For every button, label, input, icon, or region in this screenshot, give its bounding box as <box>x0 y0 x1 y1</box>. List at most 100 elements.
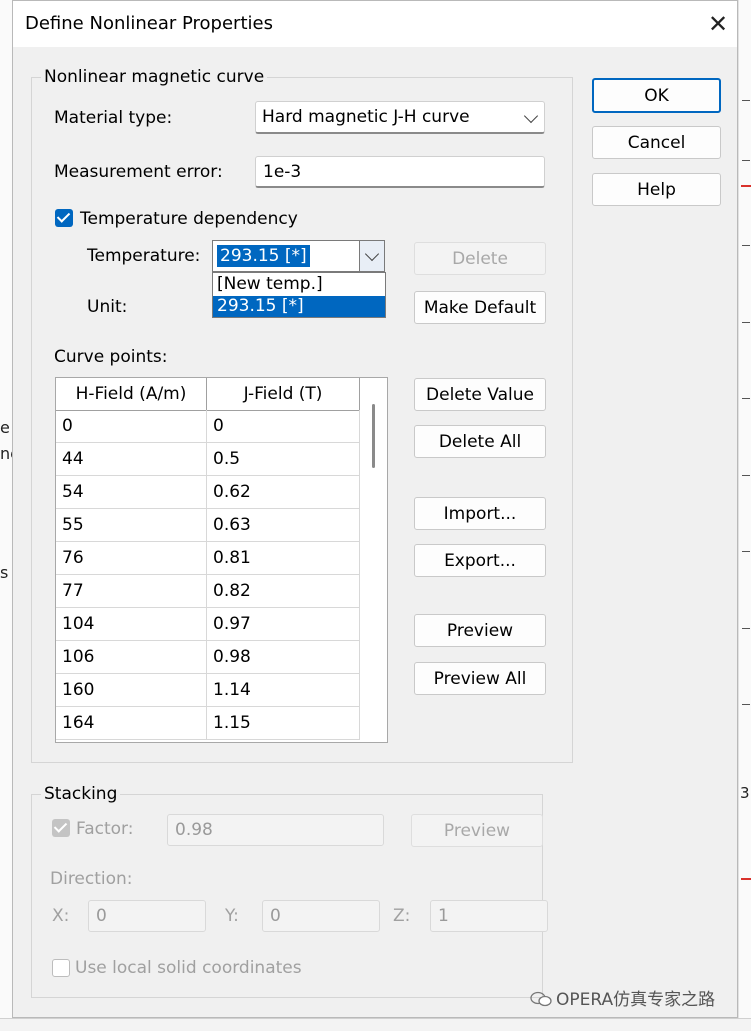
table-row[interactable]: 44 0.5 <box>56 443 360 476</box>
material-type-label: Material type: <box>54 108 173 128</box>
h-field-cell[interactable]: 106 <box>56 641 207 673</box>
curve-points-label: Curve points: <box>54 347 168 367</box>
direction-y-input[interactable]: 0 <box>262 900 380 932</box>
h-field-cell[interactable]: 77 <box>56 575 207 607</box>
h-field-cell[interactable]: 164 <box>56 707 207 739</box>
scrollbar-thumb[interactable] <box>372 404 375 468</box>
preview-button[interactable]: Preview <box>414 614 546 647</box>
background-tick <box>742 100 750 101</box>
table-scrollbar[interactable] <box>360 378 387 742</box>
h-field-cell[interactable]: 0 <box>56 410 207 442</box>
dialog-title: Define Nonlinear Properties <box>25 13 273 34</box>
background-app-left <box>0 0 12 1030</box>
close-icon[interactable]: ✕ <box>703 9 733 39</box>
use-local-coordinates-label: Use local solid coordinates <box>75 958 302 978</box>
background-app-right <box>738 0 751 1030</box>
j-field-cell[interactable]: 0.81 <box>207 542 360 574</box>
h-field-cell[interactable]: 76 <box>56 542 207 574</box>
temperature-dropdown-list: [New temp.] 293.15 [*] <box>212 272 386 318</box>
table-header: H-Field (A/m) J-Field (T) <box>56 378 360 411</box>
export-button[interactable]: Export... <box>414 544 546 577</box>
background-tick <box>742 551 750 552</box>
background-tick <box>742 628 750 629</box>
direction-y-label: Y: <box>225 906 239 926</box>
j-field-cell[interactable]: 0 <box>207 410 360 442</box>
j-field-cell[interactable]: 0.62 <box>207 476 360 508</box>
temperature-option-selected[interactable]: 293.15 [*] <box>213 296 385 317</box>
delete-all-button[interactable]: Delete All <box>414 425 546 458</box>
background-tick <box>742 704 750 705</box>
delete-temperature-button[interactable]: Delete <box>414 242 546 275</box>
j-field-cell[interactable]: 1.15 <box>207 707 360 739</box>
cancel-button[interactable]: Cancel <box>592 126 721 159</box>
j-field-cell[interactable]: 0.5 <box>207 443 360 475</box>
nonlinear-curve-group-label: Nonlinear magnetic curve <box>41 67 268 87</box>
table-row[interactable]: 160 1.14 <box>56 674 360 707</box>
factor-label: Factor: <box>76 819 134 839</box>
table-row[interactable]: 76 0.81 <box>56 542 360 575</box>
temperature-dropdown-button[interactable] <box>359 241 384 271</box>
table-row[interactable]: 00 <box>56 410 360 443</box>
chevron-down-icon <box>523 108 539 124</box>
help-button[interactable]: Help <box>592 173 721 206</box>
direction-z-label: Z: <box>393 906 411 926</box>
table-row[interactable]: 106 0.98 <box>56 641 360 674</box>
background-red-mark <box>741 185 751 187</box>
title-bar[interactable]: Define Nonlinear Properties ✕ <box>13 1 737 47</box>
h-field-cell[interactable]: 160 <box>56 674 207 706</box>
temperature-dependency-checkbox[interactable] <box>55 209 73 227</box>
factor-input[interactable]: 0.98 <box>167 814 384 846</box>
background-tick <box>742 245 750 246</box>
wechat-icon <box>530 991 552 1007</box>
direction-label: Direction: <box>50 869 133 889</box>
unit-label: Unit: <box>87 297 128 317</box>
background-tick <box>742 475 750 476</box>
h-field-cell[interactable]: 44 <box>56 443 207 475</box>
j-field-cell[interactable]: 0.98 <box>207 641 360 673</box>
make-default-button[interactable]: Make Default <box>414 291 546 324</box>
direction-x-input[interactable]: 0 <box>88 900 206 932</box>
temperature-label: Temperature: <box>87 246 201 266</box>
curve-points-table[interactable]: H-Field (A/m) J-Field (T) 0 0 44 0.5 54 0.62 5… <box>55 377 388 743</box>
background-text-fragment: 3 <box>740 784 750 802</box>
background-red-mark <box>741 878 751 880</box>
j-field-cell[interactable]: 0.63 <box>207 509 360 541</box>
table-row[interactable]: 164 1.15 <box>56 707 360 740</box>
watermark: OPERA仿真专家之路 <box>530 985 715 1010</box>
stacking-preview-button[interactable]: Preview <box>411 814 543 847</box>
j-field-cell[interactable]: 1.14 <box>207 674 360 706</box>
background-tick <box>742 398 750 399</box>
watermark-text: OPERA仿真专家之路 <box>556 990 716 1010</box>
column-header-h-field[interactable]: H-Field (A/m) <box>56 378 207 410</box>
factor-checkbox[interactable] <box>52 819 70 837</box>
stacking-group-label: Stacking <box>41 784 121 804</box>
background-tick <box>742 322 750 323</box>
table-row[interactable]: 54 0.62 <box>56 476 360 509</box>
temperature-option-new[interactable]: [New temp.] <box>213 274 385 295</box>
import-button[interactable]: Import... <box>414 497 546 530</box>
use-local-coordinates-checkbox[interactable] <box>52 959 70 977</box>
temperature-dependency-label: Temperature dependency <box>80 209 298 229</box>
ok-button[interactable]: OK <box>592 78 721 113</box>
table-row[interactable]: 77 0.82 <box>56 575 360 608</box>
delete-value-button[interactable]: Delete Value <box>414 378 546 411</box>
direction-z-input[interactable]: 1 <box>430 900 548 932</box>
j-field-cell[interactable]: 0.97 <box>207 608 360 640</box>
define-nonlinear-properties-dialog: Define Nonlinear Properties ✕ OK Cancel … <box>12 0 738 1018</box>
background-app-bottom <box>0 1018 751 1031</box>
table-row[interactable]: 104 0.97 <box>56 608 360 641</box>
preview-all-button[interactable]: Preview All <box>414 662 546 695</box>
material-type-value: Hard magnetic J-H curve <box>262 107 470 127</box>
measurement-error-label: Measurement error: <box>54 162 223 182</box>
j-field-cell[interactable]: 0.82 <box>207 575 360 607</box>
table-row[interactable]: 55 0.63 <box>56 509 360 542</box>
h-field-cell[interactable]: 104 <box>56 608 207 640</box>
column-header-j-field[interactable]: J-Field (T) <box>207 378 360 410</box>
temperature-select[interactable]: 293.15 [*] <box>212 240 385 272</box>
background-text-fragment: e <box>0 418 10 437</box>
h-field-cell[interactable]: 54 <box>56 476 207 508</box>
h-field-cell[interactable]: 55 <box>56 509 207 541</box>
measurement-error-input[interactable]: 1e-3 <box>255 156 545 188</box>
material-type-select[interactable]: Hard magnetic J-H curve <box>255 101 545 134</box>
temperature-selected-value: 293.15 [*] <box>217 245 310 267</box>
